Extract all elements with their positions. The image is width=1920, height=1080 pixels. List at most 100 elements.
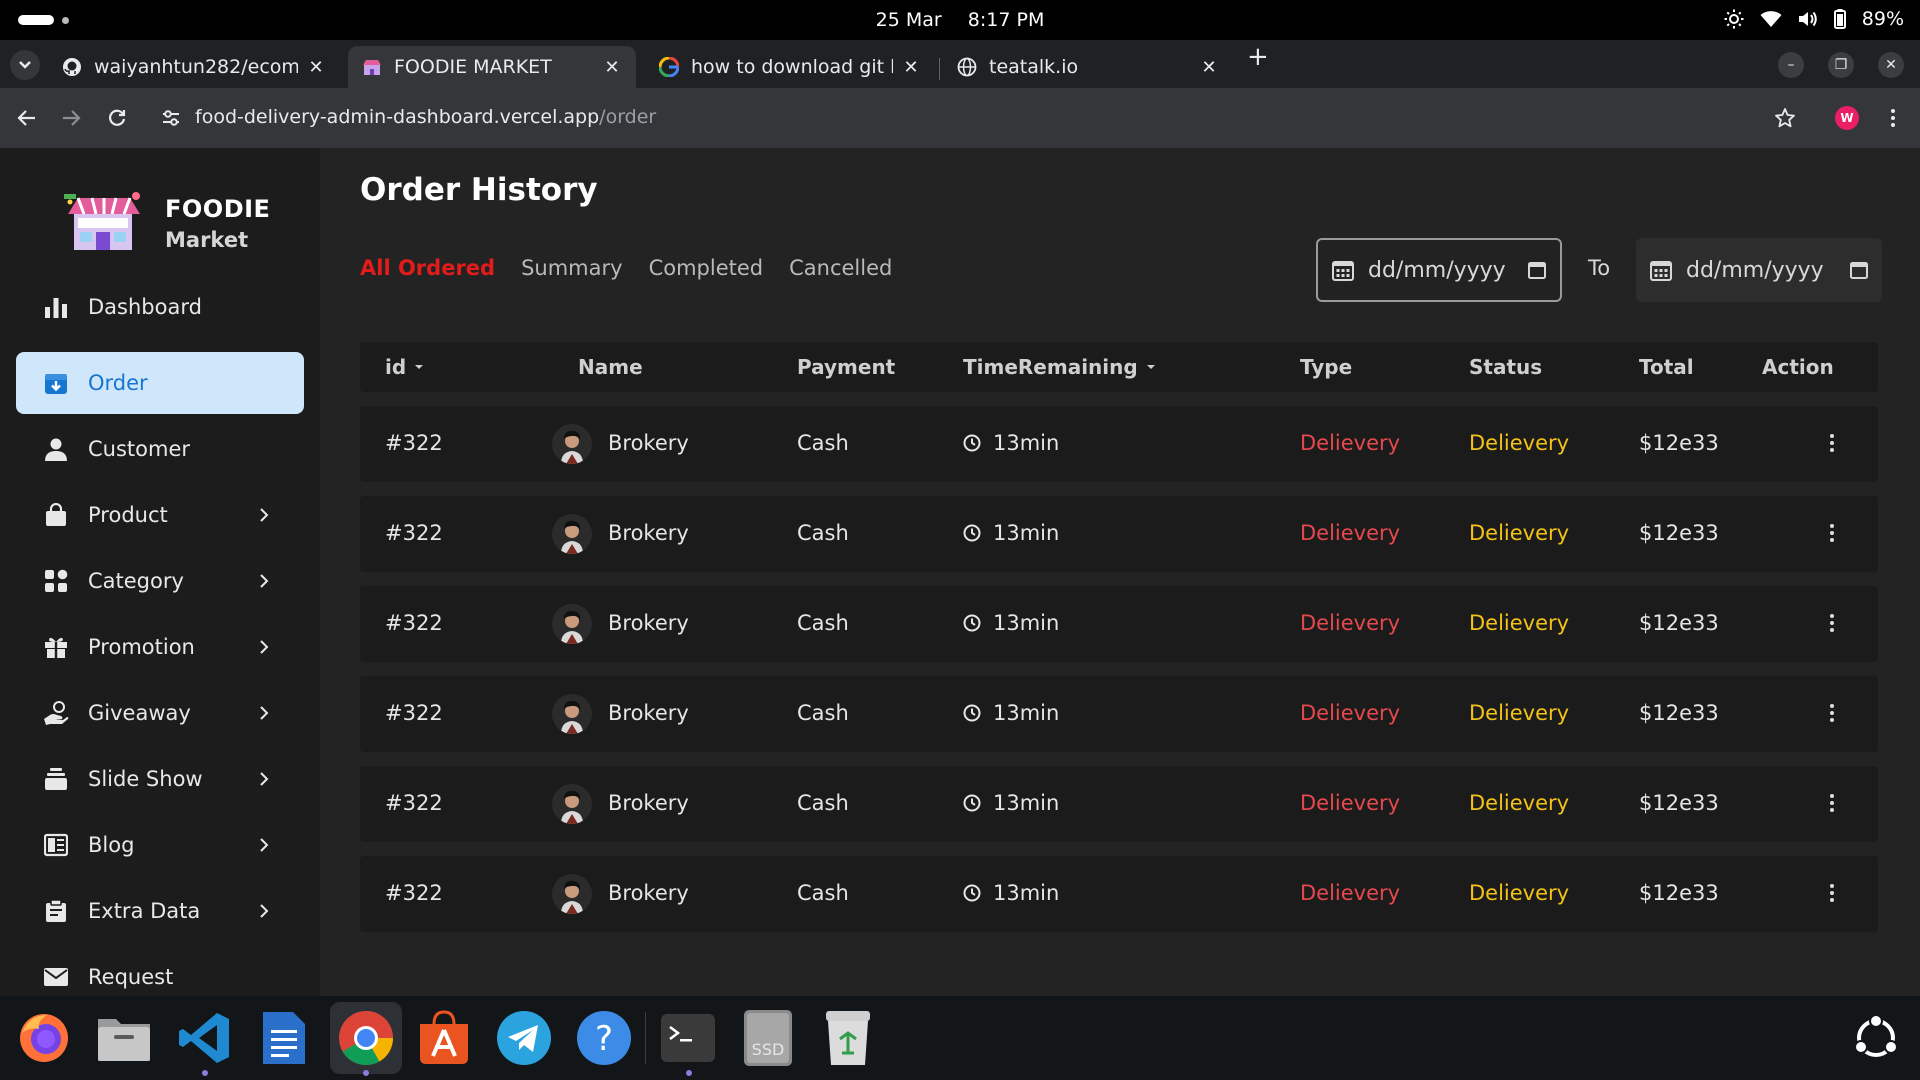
tab-title: teatalk.io bbox=[989, 56, 1079, 78]
date-from-input[interactable]: dd/mm/yyyy bbox=[1316, 238, 1562, 302]
sidebar-item-giveaway[interactable]: Giveaway bbox=[16, 682, 304, 744]
running-indicator bbox=[202, 1070, 208, 1076]
clock-icon bbox=[963, 614, 981, 632]
workspace-dot[interactable] bbox=[62, 17, 69, 24]
close-icon[interactable]: ✕ bbox=[1199, 57, 1219, 78]
mail-icon bbox=[42, 963, 70, 991]
calendar-picker-icon[interactable] bbox=[1528, 261, 1546, 279]
minimize-button[interactable]: – bbox=[1778, 52, 1804, 78]
trash-icon[interactable] bbox=[818, 1008, 878, 1068]
telegram-icon[interactable] bbox=[494, 1008, 554, 1068]
app-center-icon[interactable] bbox=[414, 1008, 474, 1068]
table-row[interactable]: #322 Brokery Cash 13min Delievery Delievery $1… bbox=[360, 496, 1878, 572]
window-close-button[interactable]: ✕ bbox=[1878, 52, 1904, 78]
sidebar-item-slide-show[interactable]: Slide Show bbox=[16, 748, 304, 810]
dock-separator bbox=[645, 1012, 646, 1064]
close-icon[interactable]: ✕ bbox=[306, 57, 326, 78]
table-row[interactable]: #322 Brokery Cash 13min Delievery Delievery $1… bbox=[360, 766, 1878, 842]
calendar-picker-icon[interactable] bbox=[1850, 261, 1868, 279]
table-row[interactable]: #322 Brokery Cash 13min Delievery Delievery $1… bbox=[360, 586, 1878, 662]
taskbar-dock: ? SSD bbox=[0, 996, 1920, 1080]
clock-icon bbox=[963, 524, 981, 542]
customer-name: Brokery bbox=[608, 431, 689, 455]
volume-icon[interactable] bbox=[1798, 10, 1818, 28]
tab-search-button[interactable] bbox=[10, 50, 40, 80]
tab-completed[interactable]: Completed bbox=[649, 256, 764, 280]
browser-tab-google[interactable]: how to download git hub ✕ bbox=[645, 46, 935, 88]
column-header-id[interactable]: id bbox=[385, 355, 424, 379]
chevron-down-icon bbox=[19, 61, 31, 69]
sidebar-item-request[interactable]: Request bbox=[16, 946, 304, 996]
workspace-indicator[interactable] bbox=[18, 15, 54, 25]
bar-chart-icon bbox=[42, 293, 70, 321]
sidebar-item-extra-data[interactable]: Extra Data bbox=[16, 880, 304, 942]
browser-toolbar: food-delivery-admin-dashboard.vercel.app… bbox=[0, 88, 1920, 148]
sidebar-item-product[interactable]: Product bbox=[16, 484, 304, 546]
more-vertical-icon[interactable] bbox=[1829, 614, 1835, 632]
browser-tab-github[interactable]: waiyanhtun282/ecomme ✕ bbox=[48, 46, 340, 88]
forward-button[interactable] bbox=[58, 105, 84, 131]
profile-avatar[interactable]: W bbox=[1835, 106, 1859, 130]
more-vertical-icon[interactable] bbox=[1829, 524, 1835, 542]
more-vertical-icon[interactable] bbox=[1829, 884, 1835, 902]
system-clock[interactable]: 25 Mar 8:17 PM bbox=[0, 9, 1920, 31]
slides-stack-icon bbox=[42, 765, 70, 793]
files-icon[interactable] bbox=[94, 1008, 154, 1068]
more-vertical-icon[interactable] bbox=[1829, 794, 1835, 812]
restore-button[interactable]: ❐ bbox=[1828, 52, 1854, 78]
tab-summary[interactable]: Summary bbox=[521, 256, 622, 280]
date-to-input[interactable]: dd/mm/yyyy bbox=[1636, 238, 1882, 302]
close-icon[interactable]: ✕ bbox=[602, 57, 622, 78]
browser-tab-teatalk[interactable]: teatalk.io ✕ bbox=[943, 46, 1233, 88]
chevron-right-icon bbox=[254, 573, 274, 589]
browser-tab-foodie[interactable]: FOODIE MARKET ✕ bbox=[348, 46, 636, 88]
status-badge: Delievery bbox=[1469, 611, 1570, 635]
tab-all-ordered[interactable]: All Ordered bbox=[360, 256, 495, 280]
show-apps-icon[interactable] bbox=[1846, 1008, 1906, 1068]
help-icon[interactable]: ? bbox=[574, 1008, 634, 1068]
orders-table-header: id Name Payment TimeRemaining Type Statu… bbox=[360, 342, 1878, 392]
globe-icon bbox=[957, 57, 977, 77]
system-top-bar: 25 Mar 8:17 PM 89% bbox=[0, 0, 1920, 40]
reload-button[interactable] bbox=[104, 105, 130, 131]
new-tab-button[interactable]: + bbox=[1247, 42, 1269, 72]
table-row[interactable]: #322 Brokery Cash 13min Delievery Delievery $1… bbox=[360, 856, 1878, 932]
column-header-time-remaining[interactable]: TimeRemaining bbox=[963, 355, 1156, 379]
sidebar-item-customer[interactable]: Customer bbox=[16, 418, 304, 480]
foodie-market-logo bbox=[64, 192, 140, 250]
vscode-icon[interactable] bbox=[174, 1008, 234, 1068]
battery-icon[interactable] bbox=[1833, 9, 1846, 29]
back-button[interactable] bbox=[14, 105, 40, 131]
firefox-icon[interactable] bbox=[14, 1008, 74, 1068]
sidebar-item-blog[interactable]: Blog bbox=[16, 814, 304, 876]
ssd-label: SSD bbox=[752, 1040, 785, 1059]
site-info-button[interactable] bbox=[158, 105, 184, 131]
text-editor-icon[interactable] bbox=[254, 1008, 314, 1068]
ssd-drive-icon[interactable]: SSD bbox=[738, 1008, 798, 1068]
sidebar-item-order[interactable]: Order bbox=[16, 352, 304, 414]
wifi-icon[interactable] bbox=[1760, 10, 1782, 28]
avatar bbox=[552, 424, 592, 464]
chrome-icon[interactable] bbox=[330, 1002, 402, 1074]
browser-menu-button[interactable] bbox=[1880, 105, 1906, 131]
order-id: #322 bbox=[385, 881, 443, 905]
order-type: Delievery bbox=[1300, 791, 1401, 815]
more-vertical-icon[interactable] bbox=[1829, 434, 1835, 452]
sidebar-item-promotion[interactable]: Promotion bbox=[16, 616, 304, 678]
sidebar: FOODIE Market Dashboard Order Customer P… bbox=[0, 148, 320, 996]
url-field[interactable]: food-delivery-admin-dashboard.vercel.app… bbox=[195, 106, 656, 128]
sidebar-item-dashboard[interactable]: Dashboard bbox=[16, 276, 304, 338]
close-icon[interactable]: ✕ bbox=[901, 57, 921, 78]
bookmark-button[interactable] bbox=[1772, 105, 1798, 131]
status-badge: Delievery bbox=[1469, 881, 1570, 905]
sidebar-item-label: Product bbox=[88, 503, 168, 527]
tab-cancelled[interactable]: Cancelled bbox=[789, 256, 892, 280]
more-vertical-icon[interactable] bbox=[1829, 704, 1835, 722]
terminal-icon[interactable] bbox=[658, 1008, 718, 1068]
clock-icon bbox=[963, 434, 981, 452]
sidebar-item-category[interactable]: Category bbox=[16, 550, 304, 612]
table-row[interactable]: #322 Brokery Cash 13min Delievery Delievery $1… bbox=[360, 676, 1878, 752]
status-badge: Delievery bbox=[1469, 791, 1570, 815]
brightness-icon[interactable] bbox=[1724, 9, 1744, 29]
table-row[interactable]: #322 Brokery Cash 13min Delievery Delievery $1… bbox=[360, 406, 1878, 482]
